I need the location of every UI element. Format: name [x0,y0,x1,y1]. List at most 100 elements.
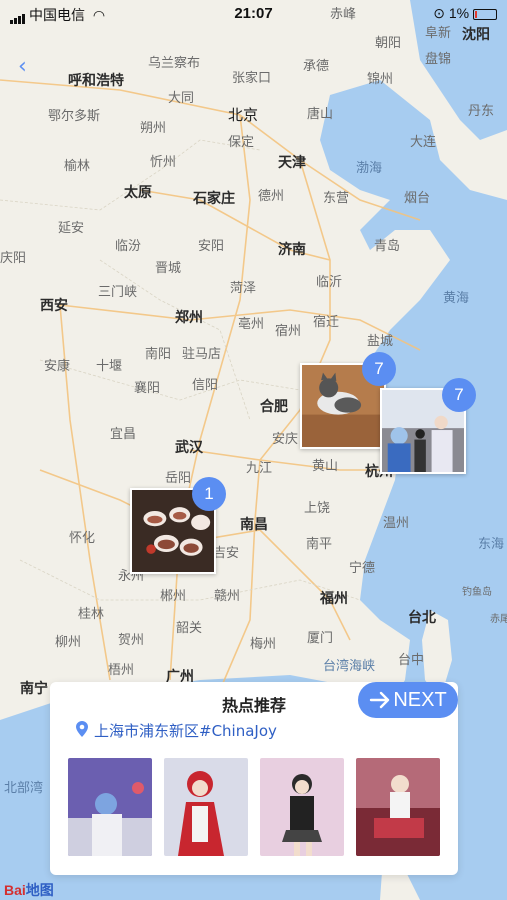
place-label: 黄山 [312,459,339,474]
thumbnail[interactable] [68,758,152,856]
place-label: 西安 [40,298,68,314]
place-label: 宜昌 [110,427,137,442]
place-label: 南宁 [20,681,48,697]
place-label: 梧州 [108,663,135,678]
orientation-lock-icon: ⊙ [433,5,445,21]
place-label: 十堰 [96,359,123,374]
place-label: 东营 [323,191,350,206]
place-label: 驻马店 [182,347,222,362]
sea-label: 渤海 [356,161,383,176]
place-label: 台中 [398,653,425,668]
place-label: 沈阳 [462,27,490,43]
place-label: 忻州 [150,155,177,170]
place-label: 亳州 [238,317,265,332]
place-label: 安康 [44,359,71,374]
sea-label: 北部湾 [4,781,44,796]
sea-label: 东海 [478,537,505,552]
place-label: 延安 [58,221,85,236]
baidu-map-logo: Bai地图 [4,882,54,898]
place-label: 青岛 [374,239,401,254]
place-label: 三门峡 [98,285,138,300]
marker-count-badge[interactable]: 7 [362,352,396,386]
place-label: 保定 [228,135,255,150]
place-label: 南昌 [240,517,268,533]
place-label: 庆阳 [0,251,27,266]
thumbnail[interactable] [356,758,440,856]
place-label: 安阳 [198,239,225,254]
place-label: 柳州 [55,635,82,650]
place-label: 呼和浩特 [68,73,124,89]
place-label: 宿州 [275,324,302,339]
place-label: 桂林 [78,607,105,622]
place-label: 丹东 [468,104,495,119]
place-label: 吉安 [213,546,240,561]
place-label: 菏泽 [230,281,257,296]
card-location[interactable]: 上海市浦东新区#ChinaJoy [76,720,277,741]
place-label: 厦门 [307,631,334,646]
place-label: 信阳 [192,378,219,393]
location-pin-icon [76,720,88,741]
place-label: 台北 [408,610,436,626]
place-label: 锦州 [367,72,394,87]
place-label: 郑州 [175,310,203,326]
back-arrow-icon[interactable]: ‹ [18,54,27,79]
battery: ⊙ 1% [433,5,497,22]
place-label: 临沂 [316,275,343,290]
place-label: 大同 [168,91,195,106]
sea-label: 黄海 [443,291,470,306]
place-label: 朝阳 [375,36,402,51]
arrow-right-icon [370,691,390,709]
place-label: 九江 [246,461,273,476]
sea-label: 台湾海峡 [323,659,376,674]
place-label: 朔州 [140,121,167,136]
place-label: 榆林 [64,159,91,174]
place-label: 武汉 [175,440,203,456]
location-text: 上海市浦东新区#ChinaJoy [94,722,277,740]
battery-icon [473,8,497,20]
place-label: 济南 [278,242,306,258]
place-label: 韶关 [176,621,203,636]
place-label: 福州 [320,591,348,607]
place-label: 怀化 [69,531,96,546]
place-label: 南平 [306,537,333,552]
place-label: 上饶 [304,501,331,516]
place-label: 岳阳 [165,471,192,486]
place-label: 盐城 [367,334,394,349]
place-label: 德州 [258,189,285,204]
place-label: 温州 [383,516,410,531]
place-label: 钓鱼岛 [462,587,492,598]
place-label: 盘锦 [425,52,452,67]
place-label: 襄阳 [134,381,161,396]
place-label: 赣州 [214,589,241,604]
place-label: 赤尾 [490,614,507,625]
place-label: 大连 [410,135,437,150]
place-label: 烟台 [404,191,431,206]
next-button[interactable]: NEXT [358,682,458,718]
place-label: 乌兰察布 [148,56,201,71]
thumbnail-row [68,758,440,856]
place-label: 天津 [278,155,306,171]
place-label: 梅州 [250,637,277,652]
place-label: 阜新 [425,26,452,41]
place-label: 安庆 [272,432,299,447]
place-label: 南阳 [145,347,172,362]
place-label: 石家庄 [193,191,235,207]
place-label: 临汾 [115,239,142,254]
place-label: 合肥 [260,399,288,415]
marker-count-badge[interactable]: 7 [442,378,476,412]
place-label: 郴州 [160,589,187,604]
thumbnail[interactable] [164,758,248,856]
place-label: 承德 [303,59,330,74]
place-label: 贺州 [118,633,145,648]
place-label: 鄂尔多斯 [48,109,101,124]
marker-count-badge[interactable]: 1 [192,477,226,511]
status-bar: 中国电信 ◠ 21:07 ⊙ 1% [0,0,507,28]
place-label: 晋城 [155,261,182,276]
status-time: 21:07 [234,5,273,22]
thumbnail[interactable] [260,758,344,856]
place-label: 宁德 [349,561,376,576]
place-label: 宿迁 [313,315,340,330]
place-label: 太原 [124,185,152,201]
place-label: 唐山 [307,107,334,122]
place-label: 张家口 [232,71,272,86]
